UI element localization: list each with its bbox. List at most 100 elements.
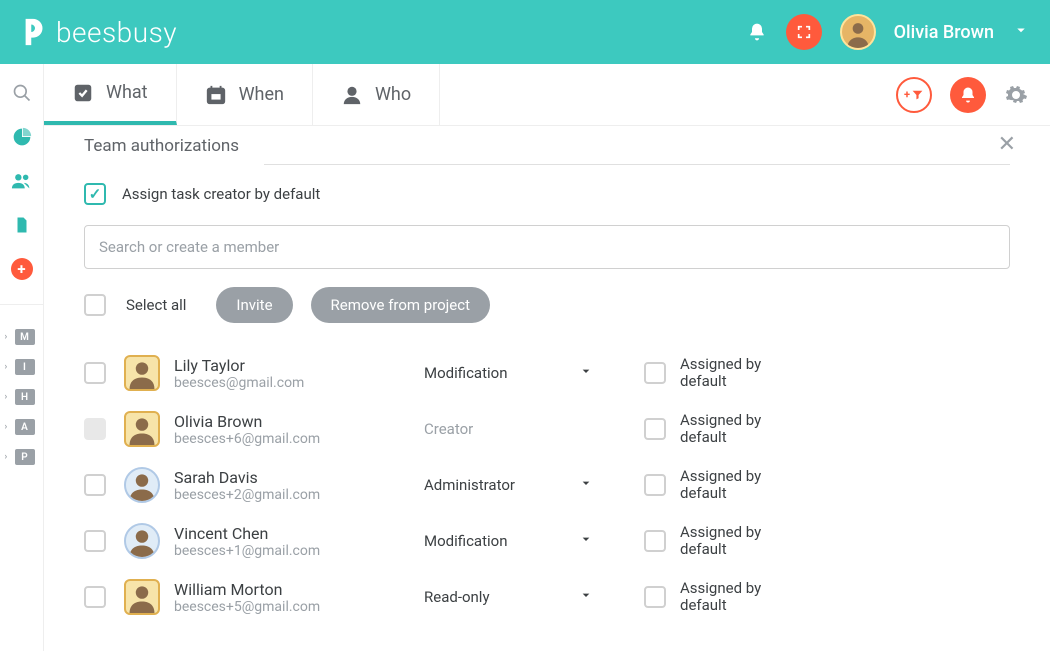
member-email: beesces+6@gmail.com (174, 431, 424, 447)
top-bar-right: Olivia Brown (746, 14, 1030, 50)
tab-when[interactable]: When (177, 64, 313, 125)
tabs-row: What When Who + (44, 64, 1050, 126)
sidebar-project-i[interactable]: I› (15, 359, 35, 375)
chevron-down-icon (578, 587, 594, 607)
content: What When Who + (44, 64, 1050, 651)
people-icon[interactable] (11, 170, 33, 192)
member-info: Sarah Davisbeesces+2@gmail.com (174, 468, 424, 503)
member-email: beesces@gmail.com (174, 375, 424, 391)
close-icon[interactable]: ✕ (998, 132, 1016, 157)
member-info: Vincent Chenbeesces+1@gmail.com (174, 524, 424, 559)
tabs-actions: + (896, 77, 1028, 113)
assigned-by-default: Assigned by default (644, 468, 780, 503)
member-name: Olivia Brown (174, 412, 424, 431)
member-avatar (124, 355, 160, 391)
member-row: William Mortonbeesces+5@gmail.comRead-on… (84, 569, 1010, 625)
member-select-checkbox (84, 418, 106, 440)
member-row: Lily Taylorbeesces@gmail.comModification… (84, 345, 1010, 401)
member-row: Vincent Chenbeesces+1@gmail.comModificat… (84, 513, 1010, 569)
checkbox-icon (72, 82, 94, 104)
member-role-select[interactable]: Modification (424, 531, 594, 551)
assign-default-row: Assign task creator by default (84, 183, 1010, 205)
member-info: Lily Taylorbeesces@gmail.com (174, 356, 424, 391)
document-icon[interactable] (11, 214, 33, 236)
person-icon (341, 84, 363, 106)
dashboard-icon[interactable] (11, 126, 33, 148)
member-select-checkbox[interactable] (84, 586, 106, 608)
assign-default-label: Assign task creator by default (122, 185, 320, 203)
member-avatar (124, 523, 160, 559)
chevron-right-icon: › (5, 362, 8, 372)
member-role-select[interactable]: Read-only (424, 587, 594, 607)
member-row: Sarah Davisbeesces+2@gmail.comAdministra… (84, 457, 1010, 513)
assigned-by-default: Assigned by default (644, 412, 780, 447)
assigned-by-default: Assigned by default (644, 524, 780, 559)
assigned-checkbox[interactable] (644, 474, 666, 496)
member-role-label: Administrator (424, 476, 515, 494)
search-placeholder: Search or create a member (99, 238, 279, 256)
select-all-label: Select all (126, 296, 186, 314)
user-name[interactable]: Olivia Brown (894, 22, 994, 43)
member-info: Olivia Brownbeesces+6@gmail.com (174, 412, 424, 447)
chevron-down-icon[interactable] (1012, 21, 1030, 43)
assigned-label: Assigned by default (680, 412, 780, 447)
member-role-select[interactable]: Modification (424, 363, 594, 383)
sidebar-project-a[interactable]: A› (15, 419, 35, 435)
member-search-input[interactable]: Search or create a member (84, 225, 1010, 269)
sidebar-project-p[interactable]: P› (15, 449, 35, 465)
member-info: William Mortonbeesces+5@gmail.com (174, 580, 424, 615)
assign-default-checkbox[interactable] (84, 183, 106, 205)
panel-title: Team authorizations (84, 136, 1010, 156)
logo-icon (20, 17, 50, 47)
member-email: beesces+1@gmail.com (174, 543, 424, 559)
member-email: beesces+5@gmail.com (174, 599, 424, 615)
tab-label: What (106, 82, 148, 103)
member-select-checkbox[interactable] (84, 474, 106, 496)
assigned-label: Assigned by default (680, 356, 780, 391)
members-list: Lily Taylorbeesces@gmail.comModification… (84, 345, 1010, 625)
assigned-checkbox[interactable] (644, 530, 666, 552)
top-bar: beesbusy Olivia Brown (0, 0, 1050, 64)
sidebar-project-h[interactable]: H› (15, 389, 35, 405)
logo[interactable]: beesbusy (20, 16, 177, 49)
member-role-select[interactable]: Administrator (424, 475, 594, 495)
assigned-label: Assigned by default (680, 524, 780, 559)
chevron-right-icon: › (5, 332, 8, 342)
bulk-action-row: Select all Invite Remove from project (84, 287, 1010, 323)
assigned-checkbox[interactable] (644, 362, 666, 384)
settings-icon[interactable] (1004, 83, 1028, 107)
assigned-by-default: Assigned by default (644, 356, 780, 391)
assigned-checkbox[interactable] (644, 586, 666, 608)
member-role-label: Creator (424, 420, 473, 438)
chevron-down-icon (578, 475, 594, 495)
add-button[interactable]: + (11, 258, 33, 280)
member-name: William Morton (174, 580, 424, 599)
sidebar: + M› I› H› A› P› (0, 64, 44, 651)
member-select-checkbox[interactable] (84, 362, 106, 384)
chevron-right-icon: › (5, 452, 8, 462)
team-authorizations-panel: ✕ Team authorizations Assign task creato… (44, 126, 1050, 625)
assigned-checkbox[interactable] (644, 418, 666, 440)
fullscreen-button[interactable] (786, 14, 822, 50)
calendar-icon (205, 84, 227, 106)
select-all-checkbox[interactable] (84, 294, 106, 316)
add-filter-button[interactable]: + (896, 77, 932, 113)
tab-who[interactable]: Who (313, 64, 440, 125)
user-avatar[interactable] (840, 14, 876, 50)
sidebar-project-m[interactable]: M› (15, 329, 35, 345)
remove-from-project-button[interactable]: Remove from project (311, 287, 490, 323)
tabs: What When Who (44, 64, 440, 125)
assigned-label: Assigned by default (680, 468, 780, 503)
member-select-checkbox[interactable] (84, 530, 106, 552)
notifications-icon[interactable] (746, 21, 768, 43)
member-avatar (124, 467, 160, 503)
tab-what[interactable]: What (44, 64, 177, 125)
invite-button[interactable]: Invite (216, 287, 292, 323)
member-email: beesces+2@gmail.com (174, 487, 424, 503)
alerts-button[interactable] (950, 77, 986, 113)
search-icon[interactable] (11, 82, 33, 104)
logo-text: beesbusy (56, 16, 177, 49)
member-avatar (124, 579, 160, 615)
chevron-down-icon (578, 363, 594, 383)
member-role-label: Modification (424, 532, 507, 550)
